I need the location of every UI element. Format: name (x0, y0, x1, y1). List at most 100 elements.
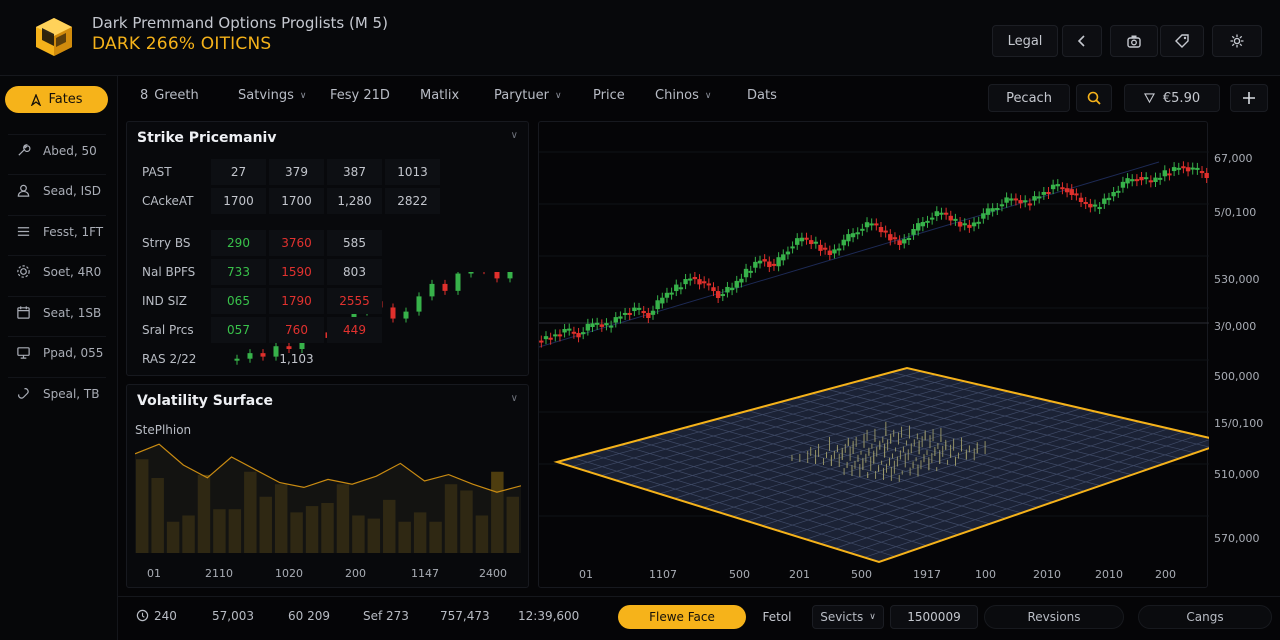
row-label: Nal BPFS (142, 265, 196, 279)
app-header: Dark Premmand Options Proglists (M 5) DA… (0, 0, 1280, 76)
candle-body (762, 259, 767, 262)
candle-body (785, 251, 791, 255)
add-button[interactable] (1230, 84, 1268, 112)
search-field[interactable]: Pecach (988, 84, 1070, 112)
table-row[interactable]: Sral Prcs 057 760 449 (138, 317, 440, 343)
tab-label: Fesy 21D (330, 88, 390, 103)
camera-button[interactable] (1110, 25, 1158, 57)
sidebar-item-label: Fesst, 1FT (43, 224, 104, 239)
candle-body (585, 323, 591, 331)
candle-body (795, 238, 800, 245)
candle-body (734, 280, 739, 288)
revisions-button[interactable]: Revsions (984, 605, 1124, 629)
table-row[interactable]: IND SIZ 065 1790 2555 (138, 288, 440, 314)
table-row[interactable]: RAS 2/22 1,103 (138, 346, 440, 372)
sidebar-item-ppad[interactable]: Ppad, 055 (8, 336, 106, 368)
tab-fesy[interactable]: Fesy 21D (330, 88, 390, 103)
sidebar: Fates Abed, 50 Sead, ISD Fesst, 1FT Soet… (0, 76, 118, 640)
changes-button[interactable]: Cangs (1138, 605, 1272, 629)
fetol-label: Fetol (762, 610, 792, 624)
legal-label: Legal (1007, 33, 1043, 49)
candle-body (1111, 192, 1116, 197)
candle-body (669, 292, 674, 295)
candle-body (1078, 197, 1084, 202)
gear-icon (17, 265, 30, 278)
candle-body (1074, 193, 1079, 196)
tab-dats[interactable]: Dats (747, 88, 777, 103)
chevron-down-icon: ∨ (704, 90, 712, 101)
table-row[interactable]: PAST 27 379 387 1013 (138, 159, 440, 185)
candle-body (655, 300, 660, 310)
candle-body (953, 218, 958, 221)
table-cell: 1700 (211, 188, 266, 214)
x-tick-label: 201 (789, 568, 810, 581)
search-button[interactable] (1076, 84, 1112, 112)
chevron-down-icon[interactable]: ∨ (511, 393, 518, 404)
candle-body (557, 334, 563, 337)
revisions-label: Revsions (1027, 610, 1081, 624)
candle-body (1097, 207, 1102, 210)
tab-price[interactable]: Price (593, 88, 625, 103)
candle-body (674, 284, 679, 292)
fetol-button[interactable]: Fetol (748, 605, 806, 629)
candle-body (911, 229, 916, 235)
table-cell: 065 (211, 288, 266, 314)
plus-icon (1243, 92, 1255, 104)
sidebar-item-speal[interactable]: Speal, TB (8, 377, 106, 409)
candle-body (1036, 196, 1042, 199)
volatility-surface-plot[interactable] (539, 362, 1209, 572)
candle-body (864, 222, 870, 228)
sidebar-item-soet[interactable]: Soet, 4R0 (8, 255, 106, 287)
sevicts-dropdown[interactable]: Sevicts ∨ (812, 605, 884, 629)
table-row[interactable]: CAckeAT 1700 1700 1,280 2822 (138, 188, 440, 214)
table-row[interactable]: Strry BS 290 3760 585 (138, 230, 440, 256)
chevron-down-icon: ∨ (869, 612, 876, 622)
flewe-face-button[interactable]: Flewe Face (618, 605, 746, 629)
tab-satvings[interactable]: Satvings ∨ (238, 88, 306, 103)
value-field-text: 1500009 (907, 610, 961, 624)
candle-body (576, 332, 581, 338)
candle-body (1032, 196, 1037, 201)
table-cell: 1790 (269, 288, 324, 314)
tab-greeth[interactable]: 8 Greeth (140, 88, 199, 103)
candle-body (711, 287, 716, 292)
sidebar-item-abed[interactable]: Abed, 50 (8, 134, 106, 166)
candle-body (1116, 190, 1121, 193)
table-spacer (138, 217, 440, 227)
price-readout[interactable]: €5.90 (1124, 84, 1220, 112)
fates-button[interactable]: Fates (5, 86, 108, 113)
candle-body (934, 211, 940, 217)
tab-label: Satvings (238, 88, 294, 103)
table-cell: 760 (269, 317, 324, 343)
candle-body (832, 249, 837, 254)
candle-body (1088, 203, 1093, 208)
search-field-text: Pecach (1006, 90, 1052, 106)
table-cell: 290 (211, 230, 266, 256)
candle-body (581, 332, 586, 335)
candle-body (683, 279, 688, 285)
x-tick-label: 500 (729, 568, 750, 581)
legal-button[interactable]: Legal (992, 25, 1058, 57)
sidebar-item-sead[interactable]: Sead, ISD (8, 174, 106, 206)
tab-parytuer[interactable]: Parytuer ∨ (494, 88, 562, 103)
tab-matlix[interactable]: Matlix (420, 88, 459, 103)
table-row[interactable]: Nal BPFS 733 1590 803 (138, 259, 440, 285)
tag-button[interactable] (1160, 25, 1204, 57)
tab-label: Price (593, 88, 625, 103)
table-cell: 3760 (269, 230, 324, 256)
tab-chinos[interactable]: Chinos ∨ (655, 88, 712, 103)
sidebar-item-seat[interactable]: Seat, 1SB (8, 296, 106, 328)
value-field[interactable]: 1500009 (890, 605, 978, 629)
sidebar-item-fesst[interactable]: Fesst, 1FT (8, 215, 106, 247)
back-button[interactable] (1062, 25, 1102, 57)
x-tick-label: 2010 (1095, 568, 1123, 581)
candle-body (1167, 173, 1172, 176)
tab-label: Parytuer (494, 88, 549, 103)
volatility-chart (135, 443, 521, 553)
candle-body (920, 222, 926, 227)
candle-body (883, 230, 888, 233)
settings-button[interactable] (1212, 25, 1262, 57)
candle-body (548, 337, 553, 340)
chevron-down-icon[interactable]: ∨ (511, 130, 518, 141)
strike-panel-title: Strike Pricemaniv (137, 130, 277, 146)
